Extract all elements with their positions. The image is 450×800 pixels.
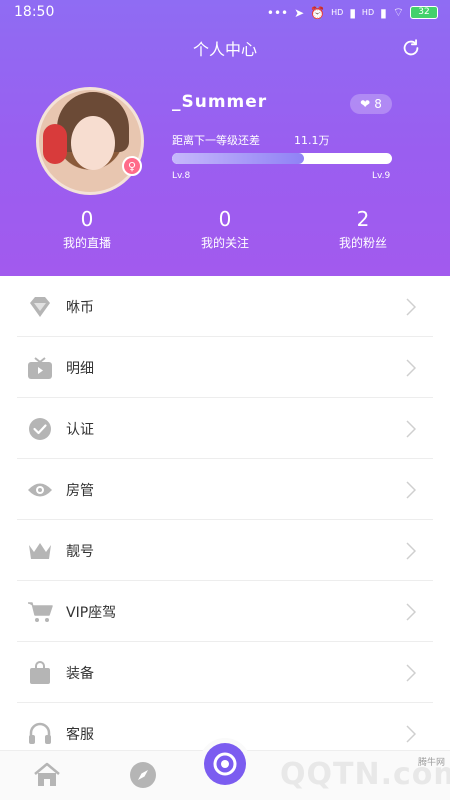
stat-label: 我的直播 [62, 236, 111, 250]
menu-label: 客服 [66, 727, 94, 743]
avatar-doll [43, 124, 67, 164]
menu-item-pretty-number[interactable]: 靓号 [0, 520, 450, 581]
page-title: 个人中心 [192, 40, 257, 59]
eye-icon [27, 477, 53, 503]
chevron-right-icon [406, 664, 416, 682]
menu-label: 装备 [66, 666, 94, 682]
system-icons: ••• ➤ ⏰ HD ▮ HD ▮ ⌔ 32 [267, 5, 438, 20]
signal-2-label: HD [361, 8, 375, 17]
battery-icon: 32 [410, 6, 438, 19]
menu-item-details[interactable]: 明细 [0, 337, 450, 398]
headset-icon [27, 721, 53, 747]
level-progress-fill [172, 153, 304, 164]
cart-icon [27, 599, 53, 625]
live-camera-icon[interactable] [204, 743, 246, 785]
menu-label: 靓号 [66, 544, 94, 560]
menu-list: 咻币 明细 认证 房管 靓号 VIP座驾 装备 客服 [0, 276, 450, 764]
chevron-right-icon [406, 481, 416, 499]
stat-my-following[interactable]: 0 我的关注 [165, 206, 285, 251]
username: _Summer [172, 92, 268, 112]
chevron-right-icon [406, 359, 416, 377]
chevron-right-icon [406, 420, 416, 438]
level-progress-bar [172, 153, 392, 164]
menu-label: 认证 [66, 422, 94, 438]
signal-1-label: HD [331, 8, 344, 17]
stat-value: 0 [218, 207, 232, 231]
chevron-right-icon [406, 542, 416, 560]
level-remaining: 11.1万 [294, 134, 330, 147]
avatar[interactable] [36, 87, 144, 195]
stat-label: 我的粉丝 [338, 236, 387, 250]
menu-label: 明细 [66, 361, 94, 377]
menu-item-verification[interactable]: 认证 [0, 398, 450, 459]
stat-value: 0 [80, 207, 94, 231]
diamond-icon [27, 294, 53, 320]
chevron-right-icon [406, 603, 416, 621]
current-level: Lv.8 [172, 171, 191, 181]
crown-icon [27, 538, 53, 564]
status-time: 18:50 [14, 4, 55, 20]
menu-label: 咻币 [66, 300, 94, 316]
avatar-face [71, 116, 115, 170]
stat-my-fans[interactable]: 2 我的粉丝 [303, 206, 423, 251]
wifi-icon: ⌔ [392, 5, 404, 19]
menu-item-room-manager[interactable]: 房管 [0, 459, 450, 520]
menu-label: VIP座驾 [66, 605, 117, 621]
signal-icon: ▮ [349, 5, 356, 20]
chevron-right-icon [406, 298, 416, 316]
menu-item-coins[interactable]: 咻币 [0, 276, 450, 337]
menu-item-equipment[interactable]: 装备 [0, 642, 450, 703]
watermark-small: 腾牛网 [418, 758, 446, 768]
stat-label: 我的关注 [200, 236, 249, 250]
chevron-right-icon [406, 725, 416, 743]
likes-badge: ❤ 8 [350, 94, 392, 114]
home-icon[interactable] [33, 762, 61, 788]
stat-value: 2 [356, 207, 370, 231]
menu-label: 房管 [66, 483, 94, 499]
dots-icon: ••• [266, 5, 289, 20]
status-bar: 18:50 ••• ➤ ⏰ HD ▮ HD ▮ ⌔ 32 [0, 0, 450, 26]
stat-my-live[interactable]: 0 我的直播 [27, 206, 147, 251]
alarm-icon: ⏰ [310, 5, 326, 20]
refresh-icon[interactable] [400, 37, 422, 59]
compass-icon[interactable] [128, 760, 158, 790]
tv-icon [27, 355, 53, 381]
bag-icon [27, 660, 53, 686]
likes-count: 8 [374, 97, 382, 111]
check-circle-icon [27, 416, 53, 442]
next-level: Lv.9 [372, 171, 391, 181]
heart-icon: ❤ [360, 97, 371, 111]
location-icon: ➤ [294, 5, 305, 20]
level-label: 距离下一等级还差 [172, 134, 260, 147]
profile-header: 18:50 ••• ➤ ⏰ HD ▮ HD ▮ ⌔ 32 个人中心 ♀ _Sum… [0, 0, 450, 276]
female-icon: ♀ [122, 156, 142, 176]
menu-item-vip-car[interactable]: VIP座驾 [0, 581, 450, 642]
signal-icon-2: ▮ [380, 5, 387, 20]
